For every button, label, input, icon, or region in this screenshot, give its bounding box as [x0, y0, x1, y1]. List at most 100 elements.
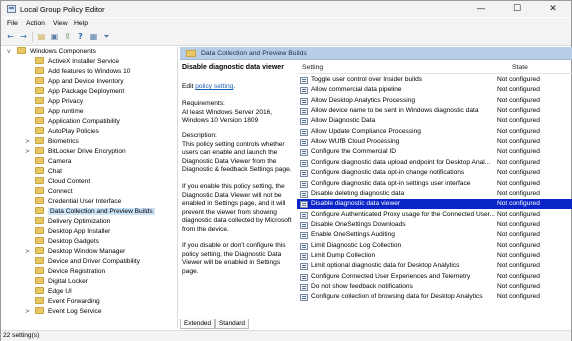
tree-item[interactable]: > Event Log Service — [25, 307, 102, 317]
policy-row[interactable]: Configure Connected User Experiences and… — [297, 272, 572, 282]
tree-item[interactable]: Digital Locker — [25, 277, 88, 287]
close-button[interactable]: ✕ — [535, 1, 571, 17]
policy-name: Configure the Commercial ID — [311, 148, 397, 156]
policy-row[interactable]: Disable deleting diagnostic data Not conf… — [297, 189, 572, 199]
policy-row[interactable]: Configure Authenticated Proxy usage for … — [297, 210, 572, 220]
export-list-icon[interactable]: ⇪ — [62, 32, 73, 42]
tree-item[interactable]: Device Registration — [25, 267, 105, 277]
tree-item[interactable]: Desktop App Installer — [25, 227, 110, 237]
toolbar-separator — [32, 32, 33, 42]
policy-row[interactable]: Allow commercial data pipeline Not config… — [297, 85, 572, 95]
policy-setting-icon — [300, 128, 308, 136]
edit-policy-link[interactable]: policy setting — [195, 83, 233, 90]
policy-row[interactable]: Configure diagnostic data opt-in change … — [297, 168, 572, 178]
tree-item[interactable]: App and Device Inventory — [25, 77, 124, 87]
tab-extended[interactable]: Extended — [180, 319, 216, 329]
tree-item[interactable]: AutoPlay Policies — [25, 127, 99, 137]
policy-name: Allow Desktop Analytics Processing — [311, 96, 416, 104]
settings-list[interactable]: Setting State Toggle user control over I… — [297, 62, 572, 318]
folder-icon — [35, 57, 44, 64]
filter-icon[interactable]: ⏷ — [101, 32, 112, 42]
tree-item[interactable]: App runtime — [25, 107, 84, 117]
navigation-tree[interactable]: v Windows Components ActiveX Installer Se… — [1, 47, 178, 328]
menu-view[interactable]: View — [53, 20, 68, 27]
policy-row[interactable]: Do not show feedback notifications Not co… — [297, 282, 572, 292]
tree-item[interactable]: Event Forwarding — [25, 297, 100, 307]
policy-row[interactable]: Allow Diagnostic Data Not configured — [297, 116, 572, 126]
policy-row[interactable]: Limit Diagnostic Log Collection Not confi… — [297, 241, 572, 251]
column-header-setting[interactable]: Setting — [302, 62, 323, 73]
policy-row[interactable]: Disable OneSettings Downloads Not configu… — [297, 220, 572, 230]
folder-icon — [35, 137, 44, 144]
section-header-title: Data Collection and Preview Builds — [201, 50, 307, 57]
section-header: Data Collection and Preview Builds — [180, 47, 572, 60]
policy-row[interactable]: Configure collection of browsing data fo… — [297, 292, 572, 302]
policy-name: Disable diagnostic data viewer — [311, 200, 401, 208]
tree-item[interactable]: ActiveX Installer Service — [25, 57, 119, 67]
group-policy-icon — [7, 5, 16, 13]
policy-row[interactable]: Allow Desktop Analytics Processing Not co… — [297, 96, 572, 106]
chevron-right-icon[interactable]: > — [25, 247, 35, 257]
chevron-down-icon[interactable]: v — [7, 47, 17, 57]
policy-row[interactable]: Disable diagnostic data viewer Not config… — [297, 199, 572, 210]
tree-item[interactable]: Application Compatibility — [25, 117, 120, 127]
tree-item[interactable]: Delivery Optimization — [25, 217, 110, 227]
up-folder-icon[interactable]: ▤ — [36, 32, 47, 42]
tab-standard[interactable]: Standard — [215, 319, 249, 329]
back-arrow-icon[interactable]: ← — [5, 32, 16, 42]
tree-item[interactable]: > Desktop Window Manager — [25, 247, 125, 257]
column-header-state[interactable]: State — [512, 62, 528, 73]
tree-item[interactable]: > Biometrics — [25, 137, 79, 147]
tree-item[interactable]: Camera — [25, 157, 71, 167]
policy-row[interactable]: Limit Dump Collection Not configured — [297, 251, 572, 261]
policy-state: Not configured — [497, 179, 540, 187]
maximize-button[interactable]: ☐ — [499, 1, 535, 17]
minimize-button[interactable]: — — [463, 1, 499, 17]
policy-row[interactable]: Allow device name to be sent in Windows … — [297, 106, 572, 116]
policy-name: Configure diagnostic data upload endpoin… — [311, 158, 491, 166]
policy-state: Not configured — [497, 76, 540, 83]
tree-item[interactable]: Desktop Gadgets — [25, 237, 99, 247]
tree-item[interactable]: Cloud Content — [25, 177, 90, 187]
requirements-label: Requirements: — [182, 100, 225, 107]
tree-item[interactable]: App Privacy — [25, 97, 83, 107]
tree-item[interactable]: Add features to Windows 10 — [25, 67, 130, 77]
policy-state: Not configured — [497, 96, 540, 104]
policy-row[interactable]: Limit optional diagnostic data for Deskt… — [297, 261, 572, 271]
tree-item[interactable]: > BitLocker Drive Encryption — [25, 147, 126, 157]
policy-name: Configure Connected User Experiences and… — [311, 272, 471, 280]
policy-row[interactable]: Configure diagnostic data opt-in setting… — [297, 179, 572, 189]
tree-item[interactable]: Chat — [25, 167, 62, 177]
policy-setting-icon — [300, 87, 308, 95]
chevron-right-icon[interactable]: > — [25, 137, 35, 147]
chevron-right-icon[interactable]: > — [25, 147, 35, 157]
menu-file[interactable]: File — [7, 20, 18, 27]
folder-icon — [35, 147, 44, 154]
tree-item[interactable]: Connect — [25, 187, 73, 197]
policy-row[interactable]: Configure diagnostic data upload endpoin… — [297, 158, 572, 168]
tree-item[interactable]: Data Collection and Preview Builds — [25, 207, 155, 217]
policy-row[interactable]: Allow WUfB Cloud Processing Not configure… — [297, 137, 572, 147]
policy-name: Configure Authenticated Proxy usage for … — [311, 210, 495, 218]
policy-row[interactable]: Configure the Commercial ID Not configure… — [297, 147, 572, 157]
tree-item[interactable]: Edge UI — [25, 287, 72, 297]
tree-item[interactable]: Credential User Interface — [25, 197, 121, 207]
show-hide-tree-icon[interactable]: ▣ — [49, 32, 60, 42]
policy-name: Limit Diagnostic Log Collection — [311, 241, 402, 249]
properties-icon[interactable]: ▦ — [88, 32, 99, 42]
policy-row[interactable]: Toggle user control over Insider builds N… — [297, 75, 572, 85]
folder-open-icon — [186, 50, 196, 57]
tree-item[interactable]: App Package Deployment — [25, 87, 124, 97]
menu-action[interactable]: Action — [26, 20, 45, 27]
tree-item-windows-components[interactable]: v Windows Components — [7, 47, 96, 57]
chevron-right-icon[interactable]: > — [25, 307, 35, 317]
tree-item[interactable]: Device and Driver Compatibility — [25, 257, 140, 267]
title-bar[interactable]: Local Group Policy Editor — ☐ ✕ — [1, 1, 571, 17]
policy-state: Not configured — [497, 231, 540, 239]
policy-row[interactable]: Allow Update Compliance Processing Not co… — [297, 127, 572, 137]
help-icon[interactable]: ? — [75, 32, 86, 42]
policy-row[interactable]: Enable OneSettings Auditing Not configure… — [297, 230, 572, 240]
menu-help[interactable]: Help — [74, 20, 88, 27]
tree-item-label: App runtime — [48, 108, 84, 115]
forward-arrow-icon[interactable]: → — [18, 32, 29, 42]
